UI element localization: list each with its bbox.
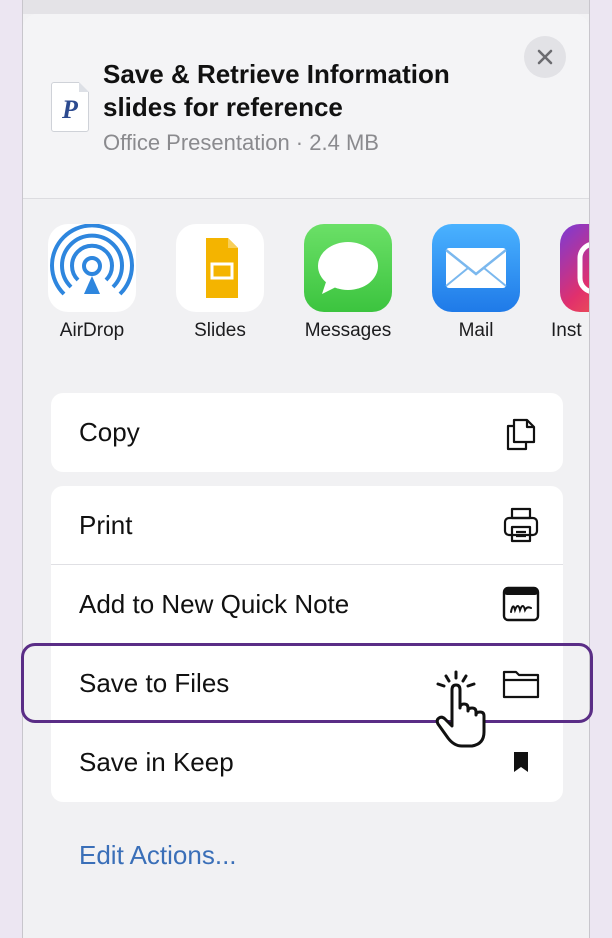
app-messages[interactable]: Messages: [293, 224, 403, 342]
action-quick-note[interactable]: Add to New Quick Note: [51, 565, 563, 644]
action-label: Copy: [79, 417, 140, 447]
app-label: AirDrop: [59, 320, 125, 341]
app-slides[interactable]: Slides: [165, 224, 275, 342]
copy-icon: [501, 412, 541, 452]
action-label: Save to Files: [79, 668, 230, 698]
instagram-icon: [560, 224, 589, 312]
app-label: Messages: [304, 320, 392, 341]
close-icon: [537, 49, 553, 65]
share-sheet: P Save & Retrieve Information slides for…: [23, 14, 589, 938]
edit-actions-link[interactable]: Edit Actions...: [79, 840, 237, 871]
tap-hand-icon: [428, 668, 492, 750]
file-subtitle: Office Presentation · 2.4 MB: [103, 130, 379, 155]
actions-group-copy: Copy: [51, 393, 563, 472]
google-slides-icon: [176, 224, 264, 312]
app-instagram[interactable]: Inst: [549, 224, 589, 342]
mail-icon: [432, 224, 520, 312]
top-edge: [23, 0, 589, 14]
file-icon-letter: P: [62, 95, 78, 124]
share-sheet-header: P Save & Retrieve Information slides for…: [23, 14, 589, 199]
app-airdrop[interactable]: AirDrop: [37, 224, 147, 342]
printer-icon: [501, 505, 541, 545]
action-print[interactable]: Print: [51, 486, 563, 565]
app-label: Slides: [194, 320, 246, 341]
quick-note-icon: [501, 584, 541, 624]
presentation-file-icon: P: [51, 82, 89, 132]
folder-icon: [501, 663, 541, 703]
file-title: Save & Retrieve Information slides for r…: [103, 59, 450, 122]
action-label: Add to New Quick Note: [79, 589, 350, 619]
app-label: Inst: [551, 320, 582, 341]
app-share-row[interactable]: AirDrop Slides Messages Mail Inst: [23, 198, 589, 378]
messages-icon: [304, 224, 392, 312]
app-mail[interactable]: Mail: [421, 224, 531, 342]
app-label: Mail: [458, 320, 494, 341]
airdrop-icon: [48, 224, 136, 312]
action-label: Save in Keep: [79, 747, 234, 777]
action-copy[interactable]: Copy: [51, 393, 563, 472]
actions-group-main: Print Add to New Quick Note Save to File…: [51, 486, 563, 802]
bookmark-icon: [501, 742, 541, 782]
close-button[interactable]: [524, 36, 566, 78]
phone-screen: P Save & Retrieve Information slides for…: [22, 0, 590, 938]
action-label: Print: [79, 510, 133, 540]
